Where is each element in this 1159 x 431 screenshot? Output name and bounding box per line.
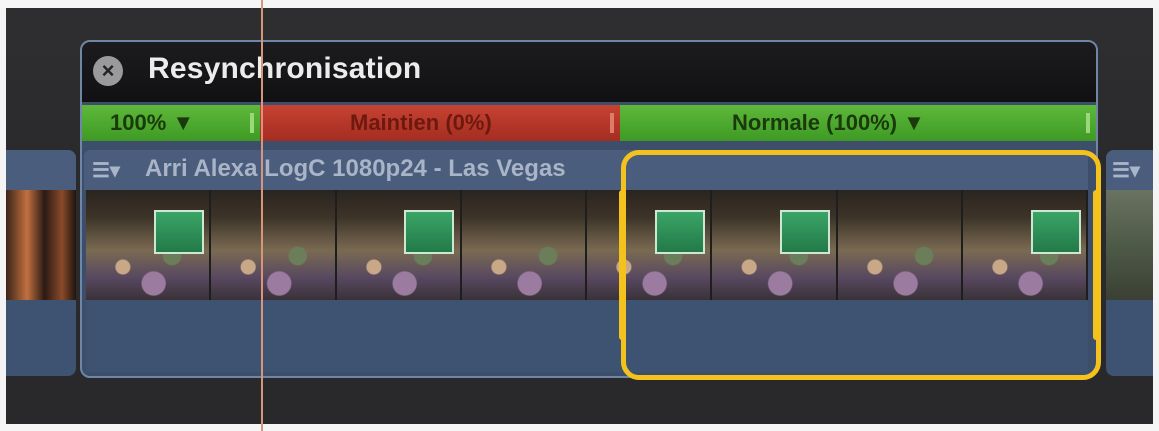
video-frame-thumbnail: [86, 190, 212, 300]
clip-retime-menu-icon[interactable]: ☰▾: [92, 158, 120, 183]
bottom-border: [0, 424, 1159, 431]
previous-clip[interactable]: [6, 150, 76, 376]
speed-segment-hold[interactable]: Maintien (0%): [260, 105, 620, 141]
selection-left-handle[interactable]: [619, 190, 626, 340]
speed-segment-normal-right[interactable]: Normale (100%) ▼: [620, 105, 1096, 141]
speed-handle[interactable]: [250, 113, 254, 133]
top-border: [0, 0, 1159, 8]
previous-clip-thumbnail: [6, 190, 76, 300]
video-frame-thumbnail: [461, 190, 587, 300]
close-icon[interactable]: ×: [93, 56, 123, 86]
speed-segment-label[interactable]: Normale (100%) ▼: [732, 105, 925, 141]
selection-right-handle[interactable]: [1093, 190, 1100, 340]
retime-title: Resynchronisation: [148, 52, 422, 85]
speed-handle[interactable]: [610, 113, 614, 133]
previous-clip-header: [6, 150, 76, 190]
clip-title: Arri Alexa LogC 1080p24 - Las Vegas: [145, 155, 566, 182]
speed-segment-normal-left[interactable]: 100% ▼: [82, 105, 260, 141]
next-clip[interactable]: [1106, 150, 1153, 376]
speed-segment-label[interactable]: 100% ▼: [110, 105, 194, 141]
playhead[interactable]: [261, 0, 263, 431]
speed-handle[interactable]: [1086, 113, 1090, 133]
speed-segment-label[interactable]: Maintien (0%): [350, 105, 492, 141]
clip-selection-outline: [621, 150, 1101, 380]
next-clip-menu-icon[interactable]: ☰▾: [1112, 158, 1140, 183]
video-frame-thumbnail: [336, 190, 462, 300]
next-clip-thumbnail: [1106, 190, 1153, 300]
video-frame-thumbnail: [211, 190, 337, 300]
